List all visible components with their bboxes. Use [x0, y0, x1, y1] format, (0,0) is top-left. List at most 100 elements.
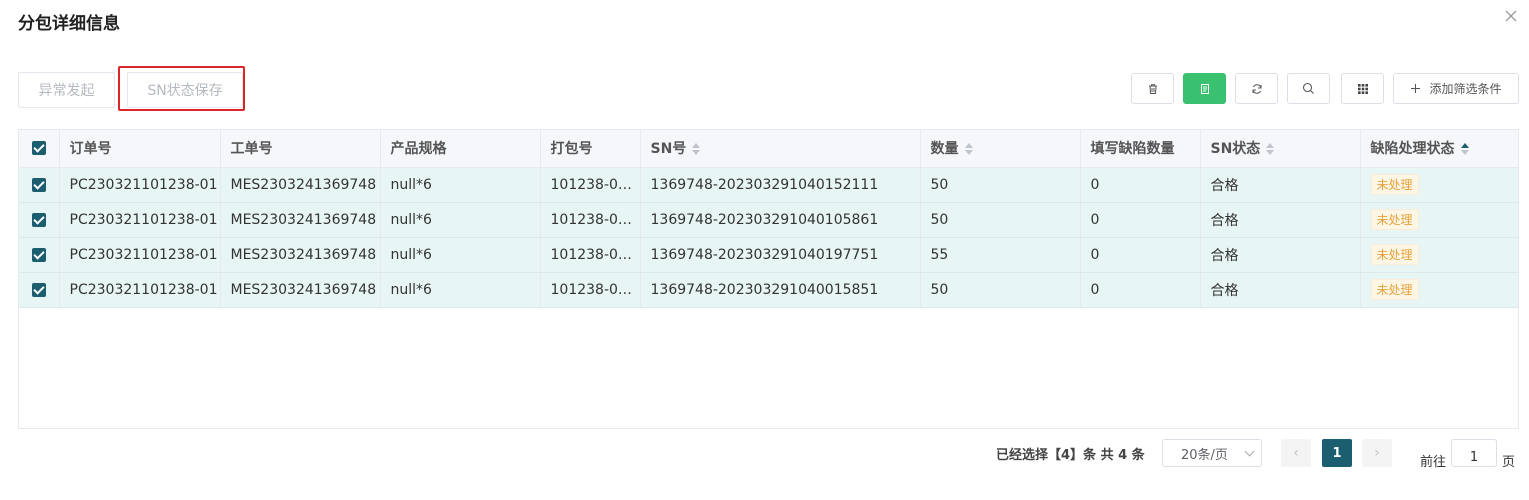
sort-icon[interactable] — [1266, 143, 1275, 156]
cell-defect-qty: 0 — [1080, 167, 1201, 203]
chevron-right-icon: › — [1374, 445, 1380, 461]
cell-spec: null*6 — [380, 167, 541, 203]
refresh-button[interactable] — [1235, 73, 1278, 104]
check-icon — [31, 282, 46, 297]
check-icon — [31, 177, 46, 192]
cell-order-no: PC230321101238-01 — [59, 202, 221, 238]
prev-page-button[interactable]: ‹ — [1281, 439, 1311, 467]
cell-spec: null*6 — [380, 272, 541, 308]
col-defect-status[interactable]: 缺陷处理状态 — [1360, 130, 1519, 168]
add-filter-button[interactable]: 添加筛选条件 — [1393, 73, 1519, 104]
table-row[interactable]: PC230321101238-01 MES2303241369748 null*… — [19, 237, 1519, 273]
sort-icon[interactable] — [692, 143, 701, 156]
table-row[interactable]: PC230321101238-01 MES2303241369748 null*… — [19, 272, 1519, 308]
page-suffix: 页 — [1502, 455, 1516, 470]
cell-pack-no: 101238-0… — [540, 202, 641, 238]
search-icon — [1302, 82, 1314, 94]
cell-pack-no: 101238-0… — [540, 272, 641, 308]
col-sn-status[interactable]: SN状态 — [1200, 130, 1361, 168]
row-checkbox[interactable] — [19, 167, 60, 203]
abnormal-initiate-button[interactable]: 异常发起 — [18, 72, 115, 108]
select-all-checkbox[interactable] — [19, 130, 60, 168]
cell-pack-no: 101238-0… — [540, 237, 641, 273]
next-page-button[interactable]: › — [1362, 439, 1392, 467]
col-spec: 产品规格 — [380, 130, 541, 168]
document-icon — [1200, 83, 1209, 94]
col-defect-qty: 填写缺陷数量 — [1080, 130, 1201, 168]
search-button[interactable] — [1287, 73, 1330, 104]
cell-sn: 1369748-202303291040152111 — [640, 167, 921, 203]
trash-icon — [1148, 83, 1157, 94]
cell-pack-no: 101238-0… — [540, 167, 641, 203]
cell-qty: 55 — [920, 237, 1081, 273]
page-number-current[interactable]: 1 — [1322, 439, 1352, 467]
goto-page-input[interactable]: 1 — [1451, 439, 1497, 467]
col-sn-status-label: SN状态 — [1210, 141, 1261, 158]
selection-info: 已经选择【4】条 共 4 条 — [996, 448, 1145, 463]
close-icon[interactable] — [1503, 8, 1519, 24]
cell-qty: 50 — [920, 202, 1081, 238]
check-icon — [31, 247, 46, 262]
col-pack-no: 打包号 — [540, 130, 641, 168]
cell-work-order: MES2303241369748 — [220, 272, 381, 308]
col-order-no: 订单号 — [59, 130, 221, 168]
col-qty-label: 数量 — [930, 141, 959, 158]
col-sn[interactable]: SN号 — [640, 130, 921, 168]
sort-icon[interactable] — [964, 143, 973, 156]
sn-status-save-button[interactable]: SN状态保存 — [127, 72, 243, 108]
cell-spec: null*6 — [380, 202, 541, 238]
grid-icon — [1357, 83, 1368, 94]
delete-button[interactable] — [1131, 73, 1174, 104]
cell-order-no: PC230321101238-01 — [59, 237, 221, 273]
table-row[interactable]: PC230321101238-01 MES2303241369748 null*… — [19, 167, 1519, 203]
dialog-title: 分包详细信息 — [18, 14, 120, 34]
cell-defect-status: 未处理 — [1360, 167, 1519, 203]
columns-button[interactable] — [1341, 73, 1384, 104]
add-filter-label: 添加筛选条件 — [1429, 82, 1502, 96]
goto-label: 前往 — [1420, 455, 1447, 470]
col-defect-status-label: 缺陷处理状态 — [1370, 141, 1455, 158]
cell-work-order: MES2303241369748 — [220, 237, 381, 273]
cell-work-order: MES2303241369748 — [220, 202, 381, 238]
cell-defect-status: 未处理 — [1360, 202, 1519, 238]
cell-defect-qty: 0 — [1080, 237, 1201, 273]
cell-sn: 1369748-202303291040105861 — [640, 202, 921, 238]
plus-icon — [1411, 84, 1421, 93]
chevron-down-icon — [1244, 446, 1255, 457]
cell-sn-status: 合格 — [1200, 202, 1361, 238]
cell-order-no: PC230321101238-01 — [59, 167, 221, 203]
table-header-row: 订单号 工单号 产品规格 打包号 SN号 数量 填写缺陷数量 SN状态 缺陷处理… — [19, 130, 1519, 168]
cell-spec: null*6 — [380, 237, 541, 273]
cell-sn-status: 合格 — [1200, 167, 1361, 203]
sort-icon[interactable] — [1460, 143, 1469, 156]
col-qty[interactable]: 数量 — [920, 130, 1081, 168]
col-sn-label: SN号 — [650, 141, 687, 158]
status-badge: 未处理 — [1370, 209, 1419, 230]
refresh-icon — [1252, 83, 1261, 94]
page-size-value: 20条/页 — [1181, 447, 1228, 463]
chevron-left-icon: ‹ — [1293, 445, 1299, 461]
cell-order-no: PC230321101238-01 — [59, 272, 221, 308]
cell-qty: 50 — [920, 272, 1081, 308]
cell-work-order: MES2303241369748 — [220, 167, 381, 203]
row-checkbox[interactable] — [19, 237, 60, 273]
cell-defect-qty: 0 — [1080, 272, 1201, 308]
status-badge: 未处理 — [1370, 244, 1419, 265]
page-size-select[interactable]: 20条/页 — [1162, 439, 1262, 467]
data-table: 订单号 工单号 产品规格 打包号 SN号 数量 填写缺陷数量 SN状态 缺陷处理… — [18, 129, 1519, 429]
table-row[interactable]: PC230321101238-01 MES2303241369748 null*… — [19, 202, 1519, 238]
cell-defect-status: 未处理 — [1360, 237, 1519, 273]
row-checkbox[interactable] — [19, 202, 60, 238]
cell-sn-status: 合格 — [1200, 272, 1361, 308]
cell-defect-status: 未处理 — [1360, 272, 1519, 308]
status-badge: 未处理 — [1370, 279, 1419, 300]
col-work-order: 工单号 — [220, 130, 381, 168]
check-icon — [31, 212, 46, 227]
cell-qty: 50 — [920, 167, 1081, 203]
export-button[interactable] — [1183, 73, 1226, 104]
cell-sn-status: 合格 — [1200, 237, 1361, 273]
row-checkbox[interactable] — [19, 272, 60, 308]
pagination: 已经选择【4】条 共 4 条 20条/页 ‹ 1 › 前往 1 页 — [0, 439, 1529, 470]
check-icon — [31, 141, 46, 156]
status-badge: 未处理 — [1370, 174, 1419, 195]
